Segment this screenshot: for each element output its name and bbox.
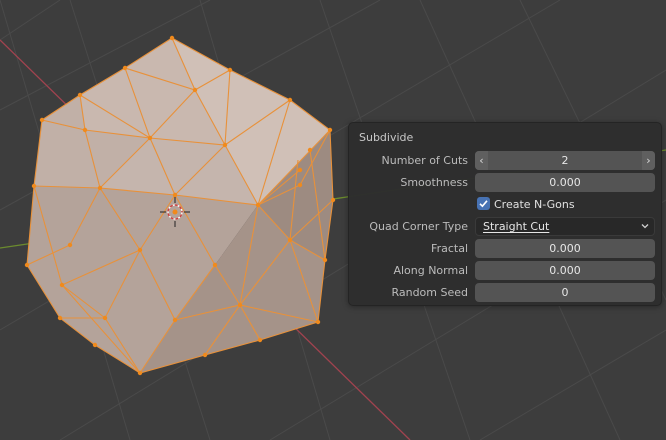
create-ngons-checkbox[interactable] bbox=[477, 197, 490, 210]
subdivide-operator-panel[interactable]: Subdivide Number of Cuts ‹ 2 › Smoothnes… bbox=[348, 122, 662, 306]
number-of-cuts-row: Number of Cuts ‹ 2 › bbox=[349, 151, 663, 171]
panel-title[interactable]: Subdivide bbox=[359, 131, 413, 144]
smoothness-label: Smoothness bbox=[400, 176, 468, 189]
quad-corner-type-label: Quad Corner Type bbox=[369, 220, 468, 233]
increment-arrow-icon[interactable]: › bbox=[642, 151, 655, 170]
random-seed-label: Random Seed bbox=[391, 286, 468, 299]
create-ngons-row[interactable]: Create N-Gons bbox=[349, 195, 663, 215]
decrement-arrow-icon[interactable]: ‹ bbox=[475, 151, 488, 170]
quad-corner-type-row: Quad Corner Type Straight Cut bbox=[349, 217, 663, 237]
quad-corner-type-dropdown[interactable]: Straight Cut bbox=[475, 217, 655, 236]
along-normal-field[interactable]: 0.000 bbox=[475, 261, 655, 280]
random-seed-row: Random Seed 0 bbox=[349, 283, 663, 303]
along-normal-label: Along Normal bbox=[393, 264, 468, 277]
smoothness-field[interactable]: 0.000 bbox=[475, 173, 655, 192]
fractal-field[interactable]: 0.000 bbox=[475, 239, 655, 258]
number-of-cuts-label: Number of Cuts bbox=[381, 154, 468, 167]
fractal-label: Fractal bbox=[431, 242, 468, 255]
number-of-cuts-value[interactable]: 2 bbox=[488, 151, 642, 170]
quad-corner-type-value: Straight Cut bbox=[483, 220, 550, 233]
along-normal-row: Along Normal 0.000 bbox=[349, 261, 663, 281]
chevron-down-icon bbox=[641, 224, 649, 229]
create-ngons-label[interactable]: Create N-Gons bbox=[494, 198, 575, 211]
number-of-cuts-stepper[interactable]: ‹ 2 › bbox=[475, 151, 655, 170]
random-seed-field[interactable]: 0 bbox=[475, 283, 655, 302]
checkmark-icon bbox=[479, 200, 488, 208]
subdivided-mesh[interactable] bbox=[24, 35, 336, 376]
smoothness-row: Smoothness 0.000 bbox=[349, 173, 663, 193]
fractal-row: Fractal 0.000 bbox=[349, 239, 663, 259]
